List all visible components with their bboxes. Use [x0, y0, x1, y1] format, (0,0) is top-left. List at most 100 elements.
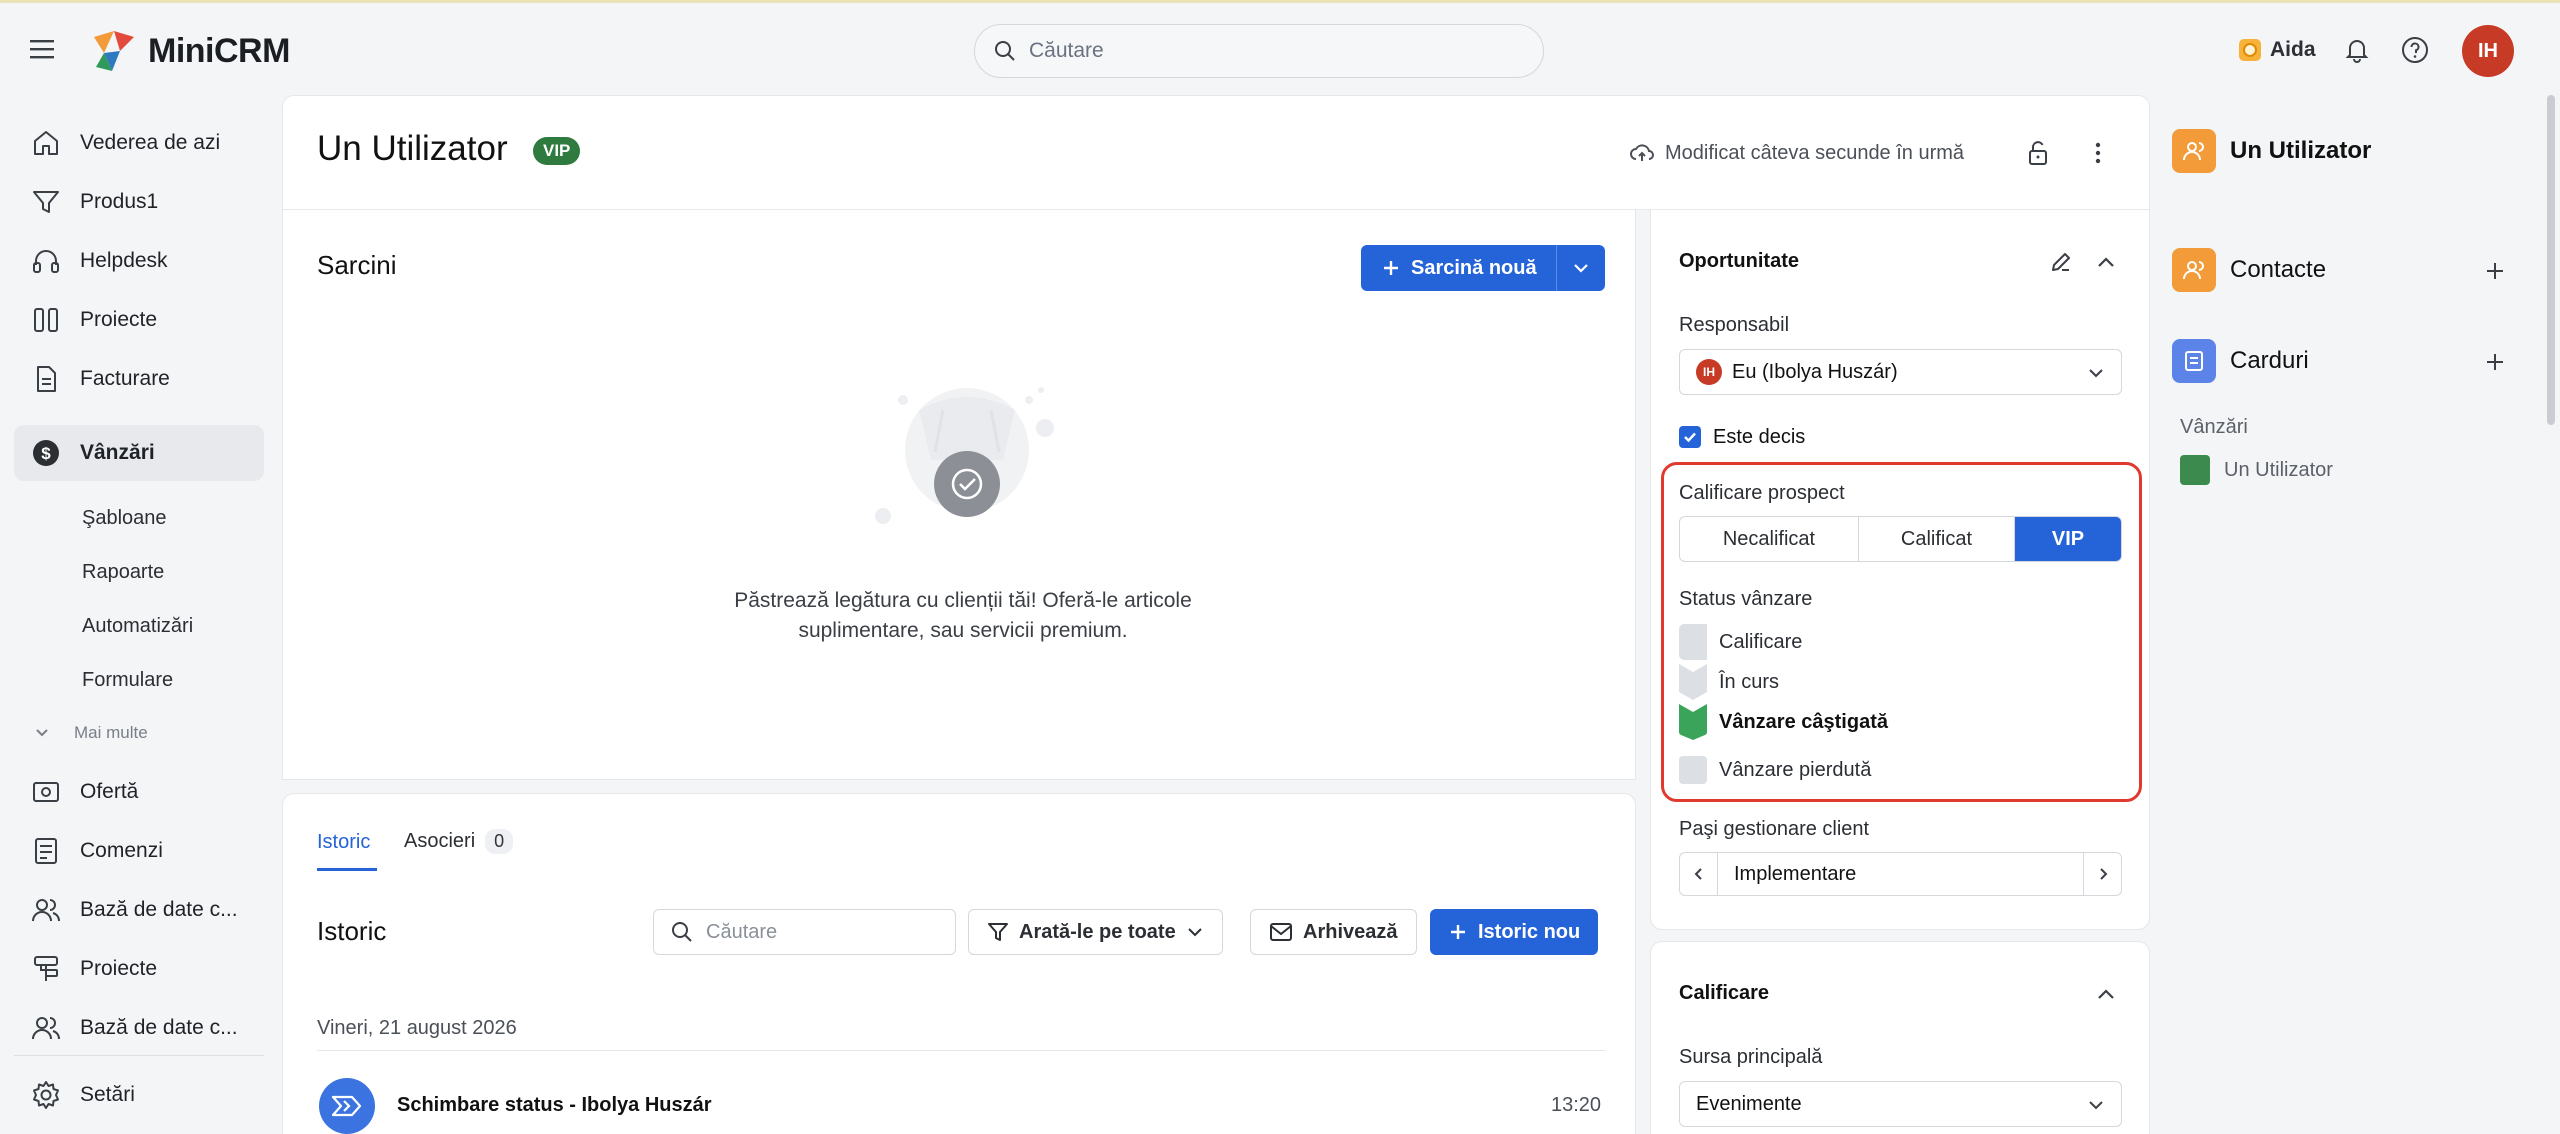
chevron-up-icon[interactable]: [2095, 984, 2117, 1006]
help-icon[interactable]: [2400, 35, 2430, 65]
decided-checkbox[interactable]: [1679, 426, 1701, 448]
chevron-up-icon[interactable]: [2095, 252, 2117, 274]
empty-tasks-line-1: Păstrează legătura cu clienții tăi! Ofer…: [734, 589, 1192, 612]
sidebar-item-proiecte-2[interactable]: Proiecte: [14, 941, 264, 997]
chevron-down-icon: [1574, 264, 1588, 273]
sidebar-item-label: Comenzi: [80, 839, 163, 862]
new-history-button[interactable]: Istoric nou: [1430, 909, 1599, 955]
stage-first-icon: [1679, 624, 1707, 660]
history-panel: Istoric Asocieri 0 Istoric Arată-le pe t…: [282, 793, 1636, 1134]
archive-button[interactable]: Arhivează: [1250, 909, 1417, 955]
qual-option-necalificat[interactable]: Necalificat: [1680, 517, 1859, 561]
stage-won-icon: [1679, 704, 1707, 740]
menu-icon[interactable]: [28, 37, 58, 61]
source-select[interactable]: Evenimente: [1679, 1081, 2122, 1127]
step-previous-button[interactable]: [1680, 853, 1718, 895]
status-option-castigata[interactable]: Vânzare câştigată: [1679, 704, 1888, 740]
page-scrollbar[interactable]: [2547, 95, 2555, 425]
right-contact-header[interactable]: Un Utilizator: [2172, 129, 2371, 173]
owner-avatar: IH: [1696, 359, 1722, 385]
aida-label: Aida: [2270, 38, 2316, 61]
tab-active-indicator: [317, 868, 377, 871]
prospect-qualification-label: Calificare prospect: [1679, 482, 1845, 504]
plus-icon: [1451, 925, 1465, 939]
history-event-title[interactable]: Schimbare status - Ibolya Huszár: [397, 1094, 712, 1117]
global-search[interactable]: [974, 24, 1544, 78]
sidebar-item-baza-date-2[interactable]: Bază de date c...: [14, 1000, 264, 1056]
sidebar-item-produs1[interactable]: Produs1: [14, 174, 264, 230]
source-value: Evenimente: [1696, 1092, 1802, 1115]
step-next-button[interactable]: [2083, 853, 2121, 895]
tasks-title: Sarcini: [317, 250, 397, 280]
archive-label: Arhivează: [1303, 920, 1398, 943]
global-search-input[interactable]: [1029, 39, 1509, 63]
owner-value: Eu (Ibolya Huszár): [1732, 360, 1898, 383]
history-search-input[interactable]: [706, 920, 936, 944]
history-event-time: 13:20: [1551, 1094, 1602, 1116]
owner-select[interactable]: IH Eu (Ibolya Huszár): [1679, 349, 2122, 395]
tab-associations-label: Asocieri: [404, 830, 476, 852]
new-task-button[interactable]: Sarcină nouă: [1361, 245, 1605, 291]
sidebar-subitem-automatizari[interactable]: Automatizări: [82, 615, 193, 638]
qual-option-vip[interactable]: VIP: [2015, 517, 2121, 561]
edit-icon[interactable]: [2049, 250, 2073, 274]
qualification-panel: Calificare Sursa principală Evenimente: [1650, 941, 2150, 1134]
stage-step-icon: [1679, 664, 1707, 700]
columns-icon: [34, 308, 58, 332]
tab-associations[interactable]: Asocieri 0: [404, 829, 514, 854]
aida-button[interactable]: Aida: [2236, 36, 2316, 64]
sidebar-divider: [14, 1055, 264, 1056]
sidebar-more-toggle[interactable]: Mai multe: [34, 723, 148, 743]
sidebar-item-helpdesk[interactable]: Helpdesk: [14, 233, 264, 289]
status-option-pierduta[interactable]: Vânzare pierdută: [1679, 756, 1871, 784]
associations-count: 0: [485, 829, 514, 854]
add-contact-icon[interactable]: [2484, 260, 2506, 282]
sales-card-icon: [2180, 455, 2210, 485]
cloud-upload-icon: [1630, 144, 1654, 161]
opportunity-title: Oportunitate: [1679, 250, 1799, 272]
sidebar-item-oferta[interactable]: Ofertă: [14, 764, 264, 820]
tasks-panel: Sarcini Sarcină nouă Păstrează legătura …: [282, 210, 1636, 780]
sidebar-item-baza-date-1[interactable]: Bază de date c...: [14, 882, 264, 938]
logo-icon: [94, 31, 134, 71]
right-contacts-section[interactable]: Contacte: [2172, 248, 2326, 292]
lock-icon[interactable]: [2023, 138, 2053, 168]
filter-button[interactable]: Arată-le pe toate: [968, 909, 1223, 955]
source-label: Sursa principală: [1679, 1046, 1823, 1068]
mail-icon: [1270, 923, 1292, 941]
sidebar-item-settings[interactable]: Setări: [14, 1067, 264, 1123]
status-option-in-curs[interactable]: În curs: [1679, 664, 1779, 700]
users-icon: [32, 1017, 60, 1040]
qual-option-calificat[interactable]: Calificat: [1859, 517, 2015, 561]
sidebar-subitem-sabloane[interactable]: Şabloane: [82, 507, 167, 530]
sidebar-item-comenzi[interactable]: Comenzi: [14, 823, 264, 879]
sidebar-item-label: Produs1: [80, 190, 159, 213]
history-search[interactable]: [653, 909, 956, 955]
new-task-dropdown[interactable]: [1557, 259, 1605, 277]
app-logo[interactable]: MiniCRM: [90, 27, 290, 75]
search-icon: [995, 41, 1015, 61]
more-options-icon[interactable]: [2083, 138, 2113, 168]
sidebar-subitem-formulare[interactable]: Formulare: [82, 669, 173, 692]
sidebar-subitem-rapoarte[interactable]: Rapoarte: [82, 561, 164, 584]
client-steps-value: Implementare: [1734, 862, 1857, 885]
user-avatar[interactable]: IH: [2462, 25, 2514, 77]
sidebar-item-proiecte[interactable]: Proiecte: [14, 292, 264, 348]
right-sales-item[interactable]: Un Utilizator: [2180, 455, 2333, 485]
users-icon: [32, 899, 60, 922]
notifications-icon[interactable]: [2342, 35, 2372, 65]
right-cards-section[interactable]: Carduri: [2172, 339, 2309, 383]
sidebar-item-today[interactable]: Vederea de azi: [14, 115, 264, 171]
status-change-icon: [319, 1078, 375, 1134]
sidebar-item-vanzari[interactable]: $ Vânzări: [14, 425, 264, 481]
tab-history[interactable]: Istoric: [317, 831, 370, 854]
sidebar-item-facturare[interactable]: Facturare: [14, 351, 264, 407]
filter-label: Arată-le pe toate: [1019, 920, 1176, 943]
status-option-label: Calificare: [1719, 630, 1803, 653]
gear-icon: [33, 1081, 59, 1109]
add-card-icon[interactable]: [2484, 351, 2506, 373]
status-option-calificare[interactable]: Calificare: [1679, 624, 1802, 660]
empty-tasks-message: Păstrează legătura cu clienții tăi! Ofer…: [643, 586, 1283, 646]
dollar-icon: $: [33, 440, 59, 466]
right-cards-label: Carduri: [2230, 347, 2309, 374]
